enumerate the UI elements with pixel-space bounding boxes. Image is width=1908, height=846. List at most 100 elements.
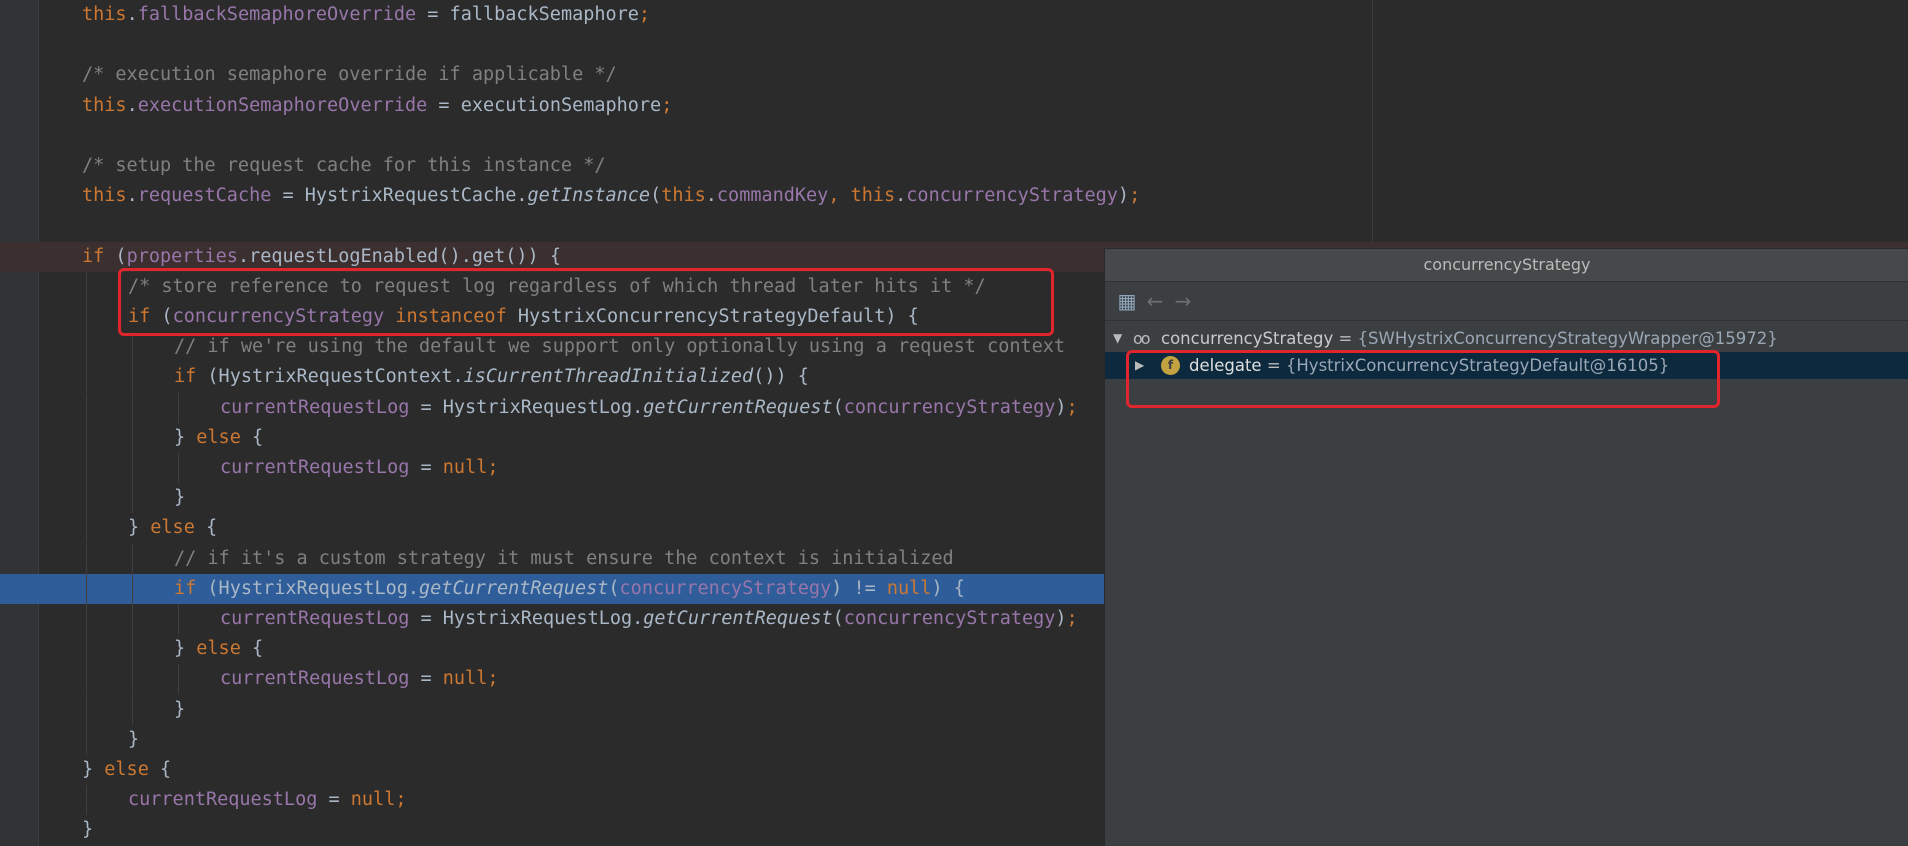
code-token: = HystrixRequestLog. bbox=[409, 608, 644, 629]
indent-guide bbox=[132, 604, 133, 634]
code-text: currentRequestLog = null; bbox=[128, 785, 406, 815]
code-token: concurrencyStrategy bbox=[843, 608, 1056, 629]
code-token: ()) { bbox=[753, 366, 809, 388]
indent-guide bbox=[86, 422, 87, 453]
code-token: getInstance bbox=[527, 185, 651, 207]
code-token: ; bbox=[395, 789, 407, 811]
child-var-value: {HystrixConcurrencyStrategyDefault@16105… bbox=[1285, 356, 1670, 375]
code-token: null bbox=[442, 457, 488, 478]
code-token: getCurrentRequest bbox=[643, 396, 833, 418]
back-arrow-icon[interactable]: ← bbox=[1143, 289, 1167, 313]
indent-guide bbox=[178, 604, 179, 634]
code-line[interactable]: this.fallbackSemaphoreOverride = fallbac… bbox=[0, 0, 1908, 30]
code-token: ( bbox=[608, 577, 620, 599]
code-token: (HystrixRequestContext. bbox=[207, 366, 464, 388]
indent-guide bbox=[132, 694, 133, 725]
variable-inspector-popup[interactable]: concurrencyStrategy ▦ ← → ▼ oo concurren… bbox=[1104, 248, 1908, 846]
code-line[interactable] bbox=[0, 211, 1908, 241]
code-text: // if it's a custom strategy it must ens… bbox=[174, 544, 954, 574]
indent-guide bbox=[132, 664, 133, 695]
code-token: currentRequestLog bbox=[220, 396, 410, 418]
code-text: this.requestCache = HystrixRequestCache.… bbox=[82, 181, 1140, 211]
tree-view-icon[interactable]: ▦ bbox=[1115, 289, 1139, 313]
code-token: (HystrixRequestLog. bbox=[207, 577, 420, 599]
code-token: ( bbox=[832, 396, 844, 418]
code-text: currentRequestLog = null; bbox=[220, 664, 498, 694]
code-text: } else { bbox=[82, 755, 171, 785]
code-token: if bbox=[174, 577, 208, 599]
code-token: this bbox=[661, 185, 706, 207]
collapse-arrow-icon[interactable]: ▼ bbox=[1113, 325, 1122, 352]
watch-glasses-icon: oo bbox=[1133, 329, 1151, 348]
code-text: if (concurrencyStrategy instanceof Hystr… bbox=[128, 302, 919, 332]
code-token: } bbox=[82, 759, 105, 780]
code-token: commandKey bbox=[716, 185, 829, 207]
code-token: null bbox=[886, 577, 932, 599]
child-var-eq: = bbox=[1261, 356, 1286, 375]
code-token: . bbox=[705, 185, 717, 207]
code-text: } bbox=[174, 695, 185, 725]
code-token: HystrixConcurrencyStrategyDefault) { bbox=[517, 306, 919, 327]
field-icon: f bbox=[1161, 356, 1180, 375]
code-token: { bbox=[205, 517, 218, 539]
tree-row-delegate[interactable]: ▶ f delegate = {HystrixConcurrencyStrate… bbox=[1105, 352, 1908, 379]
code-token: /* store reference to request log regard… bbox=[128, 275, 986, 297]
code-token: ; bbox=[487, 668, 499, 690]
tree-row-root[interactable]: ▼ oo concurrencyStrategy = {SWHystrixCon… bbox=[1105, 325, 1908, 352]
code-line[interactable]: /* execution semaphore override if appli… bbox=[0, 60, 1908, 90]
code-line[interactable]: this.requestCache = HystrixRequestCache.… bbox=[0, 181, 1908, 211]
code-text: } else { bbox=[128, 513, 217, 543]
code-token: { bbox=[251, 426, 264, 448]
code-line[interactable] bbox=[0, 121, 1908, 151]
code-token: /* setup the request cache for this inst… bbox=[82, 155, 606, 176]
code-line[interactable] bbox=[0, 30, 1908, 60]
indent-guide bbox=[86, 634, 87, 665]
code-token: ; bbox=[1066, 608, 1078, 629]
code-line[interactable]: /* setup the request cache for this inst… bbox=[0, 151, 1908, 181]
code-text: currentRequestLog = HystrixRequestLog.ge… bbox=[220, 393, 1078, 423]
indent-guide bbox=[178, 392, 179, 423]
forward-arrow-icon[interactable]: → bbox=[1171, 289, 1195, 313]
code-token: ) bbox=[1117, 185, 1130, 207]
indent-guide bbox=[86, 694, 87, 725]
code-token: this bbox=[82, 4, 127, 25]
child-var-name: delegate bbox=[1189, 356, 1262, 375]
code-token: null bbox=[350, 789, 396, 811]
indent-guide bbox=[178, 453, 179, 483]
code-line[interactable]: this.executionSemaphoreOverride = execut… bbox=[0, 91, 1908, 121]
code-text: if (HystrixRequestContext.isCurrentThrea… bbox=[174, 362, 809, 392]
code-token: // if we're using the default we support… bbox=[174, 336, 1066, 358]
code-token: } bbox=[174, 698, 186, 720]
code-token: this bbox=[82, 185, 127, 207]
code-token: ) bbox=[1055, 396, 1067, 418]
code-token: } bbox=[174, 638, 197, 660]
indent-guide bbox=[132, 483, 133, 514]
code-text: } else { bbox=[174, 634, 263, 664]
root-var-name: concurrencyStrategy bbox=[1161, 329, 1334, 348]
code-token: ) bbox=[1055, 608, 1067, 629]
code-text: currentRequestLog = HystrixRequestLog.ge… bbox=[220, 604, 1078, 634]
code-token: concurrencyStrategy bbox=[172, 306, 385, 327]
code-token: getCurrentRequest bbox=[419, 577, 609, 599]
code-token: isCurrentThreadInitialized bbox=[463, 366, 754, 388]
code-token: .requestLogEnabled().get()) { bbox=[237, 245, 561, 267]
code-token: instanceof bbox=[384, 306, 518, 327]
code-token: ) != bbox=[831, 577, 887, 599]
indent-guide bbox=[132, 332, 133, 363]
code-token: = HystrixRequestCache. bbox=[271, 185, 528, 207]
code-token: if bbox=[82, 245, 116, 267]
code-token: if bbox=[174, 366, 208, 388]
code-token: executionSemaphoreOverride bbox=[137, 94, 428, 116]
code-text: /* execution semaphore override if appli… bbox=[82, 60, 617, 90]
code-token: = bbox=[409, 457, 443, 478]
ide-screenshot: this.fallbackSemaphoreOverride = fallbac… bbox=[0, 0, 1908, 846]
code-token: properties bbox=[126, 245, 238, 267]
code-text: /* store reference to request log regard… bbox=[128, 272, 986, 302]
code-token: getCurrentRequest bbox=[643, 608, 833, 629]
code-token: else bbox=[150, 517, 206, 539]
indent-guide bbox=[86, 453, 87, 483]
indent-guide bbox=[86, 483, 87, 514]
code-token: } bbox=[174, 426, 197, 448]
expand-arrow-icon[interactable]: ▶ bbox=[1135, 352, 1144, 379]
code-token: } bbox=[82, 819, 94, 841]
